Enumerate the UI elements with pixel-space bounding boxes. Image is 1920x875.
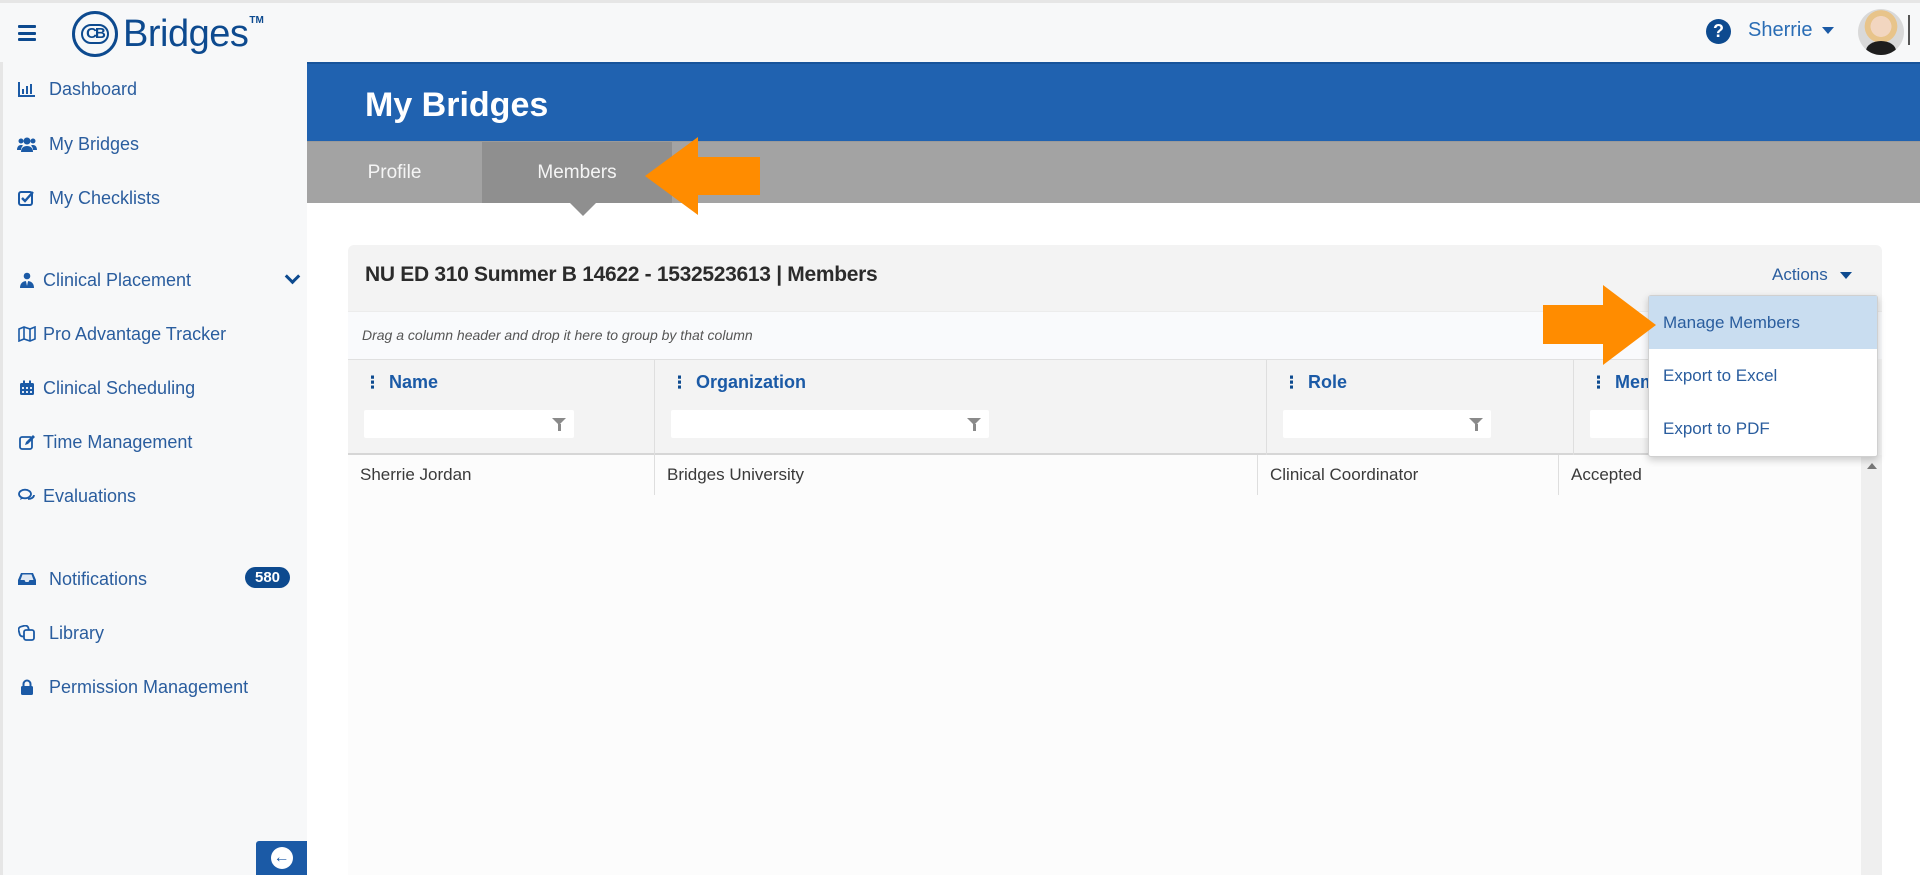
trademark: TM [249,14,264,26]
column-label: Name [389,372,439,392]
map-icon [17,325,37,343]
menu-item-export-excel[interactable]: Export to Excel [1649,349,1877,402]
actions-dropdown-button[interactable]: Actions [1772,265,1852,285]
grid-body: Sherrie Jordan Bridges University Clinic… [348,455,1861,875]
table-row[interactable]: Sherrie Jordan Bridges University Clinic… [348,455,1861,495]
column-menu-icon[interactable]: ⋮ [1590,374,1607,391]
sidebar-item-pro-advantage-tracker[interactable]: Pro Advantage Tracker [17,319,297,349]
group-by-hint: Drag a column header and drop it here to… [362,327,753,343]
column-role: ⋮ Role [1267,360,1574,456]
divider [1908,15,1910,45]
sidebar-item-library[interactable]: Library [17,618,297,648]
clone-icon [17,624,37,642]
sidebar-item-label: Pro Advantage Tracker [43,323,227,344]
logo-mark-text: CB [81,24,109,44]
cell-name[interactable]: Sherrie Jordan [348,455,655,495]
sidebar-item-label: Clinical Placement [43,269,192,290]
cell-role[interactable]: Clinical Coordinator [1258,455,1559,495]
page-header: My Bridges [307,62,1920,141]
tab-bar: Profile Members [307,141,1920,216]
menu-item-export-pdf[interactable]: Export to PDF [1649,402,1877,455]
sidebar: Dashboard My Bridges My Checklists Clini… [0,62,307,875]
column-menu-icon[interactable]: ⋮ [364,374,381,391]
sidebar-item-evaluations[interactable]: Evaluations [17,481,297,511]
column-organization: ⋮ Organization [655,360,1267,456]
caret-down-icon [1839,271,1852,279]
sidebar-item-clinical-placement[interactable]: Clinical Placement [17,265,301,295]
sidebar-item-permission-management[interactable]: Permission Management [17,672,297,702]
sidebar-item-clinical-scheduling[interactable]: Clinical Scheduling [17,373,297,403]
top-bar: CB Bridges TM ? Sherrie [0,0,1920,62]
caret-down-icon [1822,27,1835,34]
sidebar-item-label: My Bridges [49,133,140,154]
card-title: NU ED 310 Summer B 14622 - 1532523613 | … [365,263,878,286]
column-menu-icon[interactable]: ⋮ [1283,374,1300,391]
page-title: My Bridges [365,86,549,124]
sidebar-item-label: Dashboard [49,78,138,99]
sidebar-item-notifications[interactable]: Notifications 580 [17,564,297,594]
grid-header: ⋮ Name ⋮ Organization ⋮ Role ⋮ Mem [348,359,1861,456]
collapse-sidebar-button[interactable]: ← [256,841,307,875]
inbox-icon [17,570,37,588]
calendar-icon [17,379,37,397]
actions-menu: Manage Members Export to Excel Export to… [1648,295,1878,457]
bridges-logo[interactable]: CB Bridges TM [72,11,264,57]
comments-icon [17,487,37,505]
column-label: Organization [696,372,807,392]
column-header-role[interactable]: ⋮ Role [1283,372,1347,393]
notification-count-badge: 580 [245,567,291,588]
edit-icon [17,433,37,451]
chevron-down-icon[interactable] [284,268,301,285]
sidebar-item-my-bridges[interactable]: My Bridges [17,129,297,159]
lock-icon [17,678,37,696]
organization-filter-input[interactable] [671,410,989,438]
sidebar-item-label: My Checklists [49,187,161,208]
actions-label: Actions [1772,265,1828,284]
help-icon[interactable]: ? [1706,19,1731,44]
sidebar-item-dashboard[interactable]: Dashboard [17,74,297,104]
user-tie-icon [17,271,37,289]
sidebar-item-label: Clinical Scheduling [43,377,196,398]
users-icon [17,135,37,153]
scroll-up-icon[interactable] [1867,463,1877,469]
arrow-left-circle-icon: ← [270,847,293,869]
column-header-organization[interactable]: ⋮ Organization [671,372,806,393]
annotation-arrow-left-icon [645,137,760,215]
sidebar-item-label: Time Management [43,431,193,452]
bar-chart-icon [17,80,37,98]
sidebar-item-label: Evaluations [43,485,137,506]
name-filter-input[interactable] [364,410,574,438]
filter-icon[interactable] [967,418,981,431]
active-tab-pointer [570,203,596,216]
sidebar-item-time-management[interactable]: Time Management [17,427,297,457]
cell-membership[interactable]: Accepted [1559,455,1861,495]
sidebar-item-label: Permission Management [49,676,249,697]
sidebar-item-label: Notifications [49,568,148,589]
filter-icon[interactable] [552,418,566,431]
column-name: ⋮ Name [348,360,655,456]
tab-profile[interactable]: Profile [307,142,482,203]
avatar[interactable] [1858,9,1904,55]
user-menu[interactable]: Sherrie [1748,19,1835,42]
vertical-scrollbar[interactable] [1861,455,1882,875]
annotation-arrow-right-icon [1543,285,1656,365]
checkbox-icon [17,189,37,207]
cell-organization[interactable]: Bridges University [655,455,1258,495]
column-header-membership[interactable]: ⋮ Mem [1590,372,1656,393]
column-header-name[interactable]: ⋮ Name [364,372,438,393]
column-label: Role [1308,372,1348,392]
sidebar-item-label: Library [49,622,105,643]
brand-name: Bridges [123,12,249,55]
column-menu-icon[interactable]: ⋮ [671,374,688,391]
logo-mark: CB [72,11,118,57]
hamburger-menu-icon[interactable] [18,25,36,41]
filter-icon[interactable] [1469,418,1483,431]
user-name: Sherrie [1748,19,1813,41]
sidebar-item-my-checklists[interactable]: My Checklists [17,183,297,213]
tab-members[interactable]: Members [482,142,672,203]
role-filter-input[interactable] [1283,410,1491,438]
menu-item-manage-members[interactable]: Manage Members [1649,296,1877,349]
